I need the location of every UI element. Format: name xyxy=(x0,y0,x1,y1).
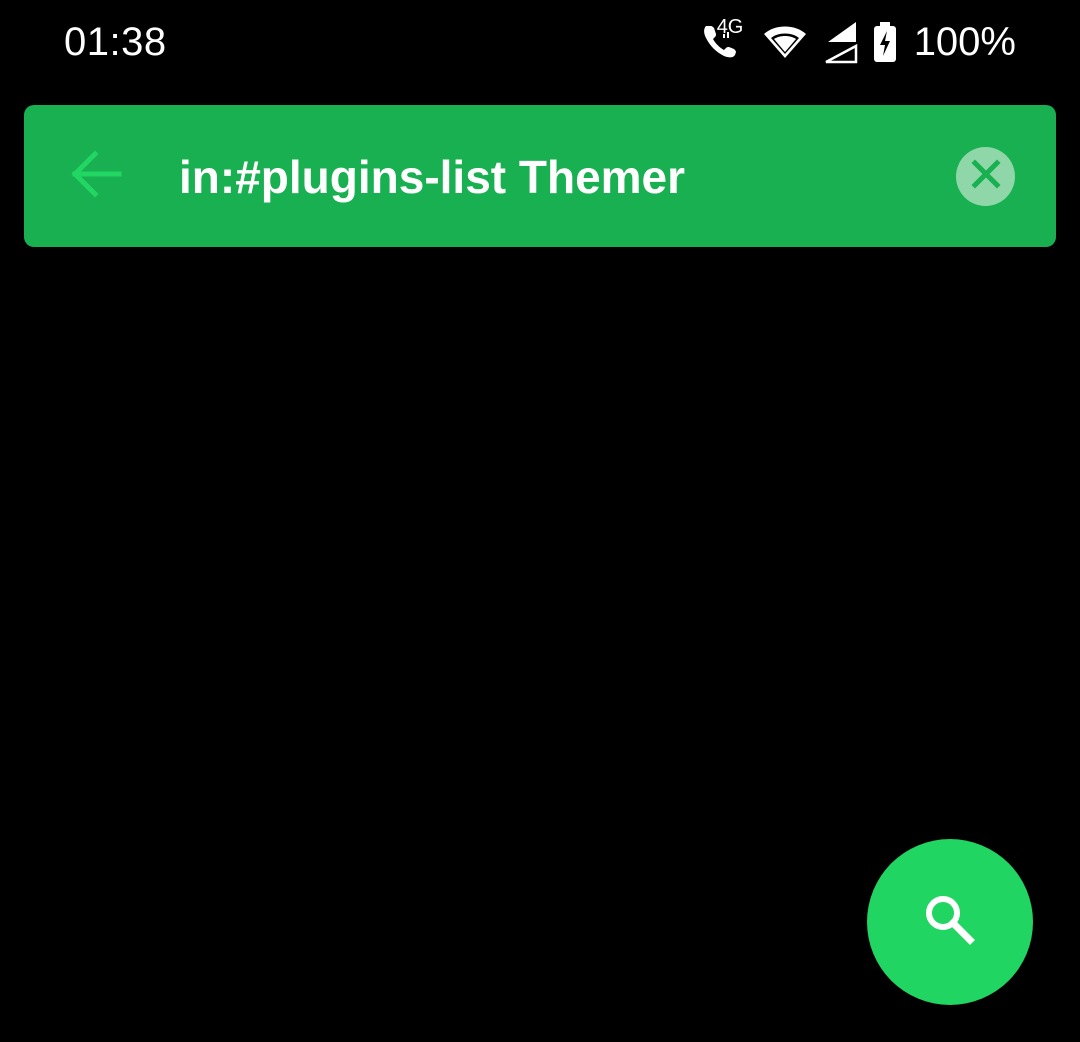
search-icon xyxy=(920,890,980,955)
phone-volte-icon: 4G xyxy=(700,16,748,64)
clear-search-button[interactable] xyxy=(956,147,1015,206)
battery-charging-icon xyxy=(872,21,898,63)
search-bar: in:#plugins-list Themer xyxy=(24,105,1056,247)
search-fab-button[interactable] xyxy=(867,839,1033,1005)
close-icon xyxy=(970,159,1001,194)
battery-percentage: 100% xyxy=(913,20,1016,64)
network-type-label: 4G xyxy=(716,16,744,38)
cell-signal-icon xyxy=(822,20,858,64)
status-time: 01:38 xyxy=(64,20,167,64)
status-bar: 01:38 4G 100% xyxy=(0,0,1080,84)
search-input[interactable]: in:#plugins-list Themer xyxy=(179,151,685,203)
arrow-left-icon xyxy=(69,149,123,203)
back-button[interactable] xyxy=(66,149,126,203)
wifi-icon xyxy=(762,22,808,62)
status-icons: 4G 100% xyxy=(700,16,1016,66)
